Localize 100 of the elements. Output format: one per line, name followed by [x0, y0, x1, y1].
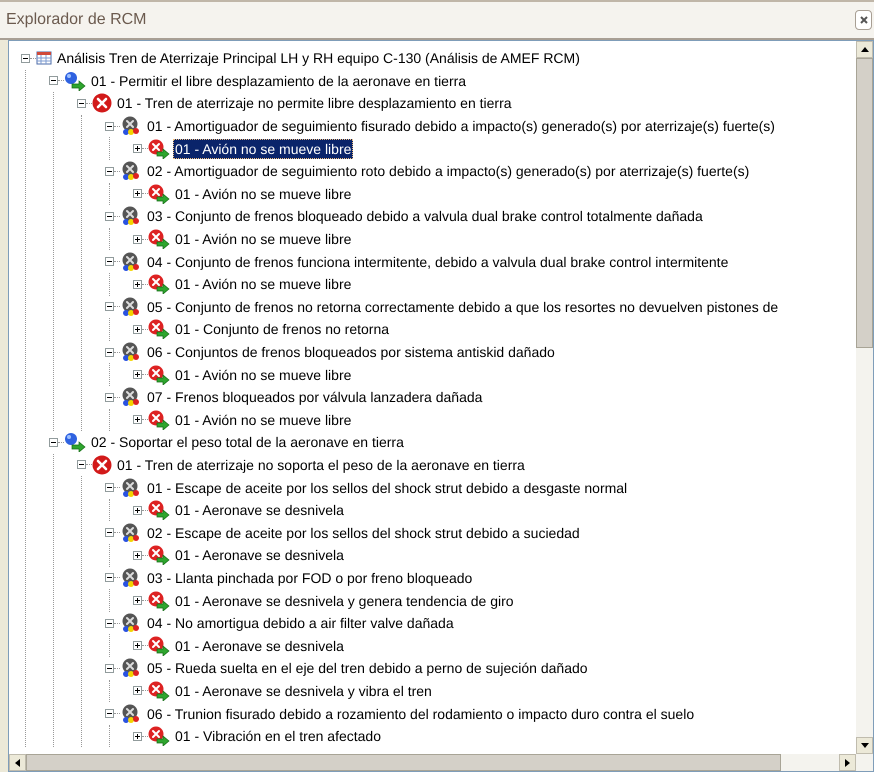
- error-arrow-icon: [148, 726, 170, 746]
- failure-mode-icon: [120, 387, 142, 408]
- expand-toggle[interactable]: [133, 144, 142, 154]
- plus-icon: [134, 371, 141, 378]
- ball-arrow-icon: [64, 70, 86, 91]
- tree-item[interactable]: Análisis Tren de Aterrizaje Principal LH y RH equipo C-130 (Análisis de AMEF RCM): [55, 48, 582, 68]
- expand-toggle[interactable]: [133, 550, 142, 560]
- tree-item[interactable]: 03 - Llanta pinchada por FOD o por freno bloqueado: [145, 568, 474, 588]
- vertical-scrollbar[interactable]: [856, 41, 873, 754]
- tree-item[interactable]: 02 - Soportar el peso total de la aeronave en tierra: [89, 432, 406, 452]
- failure-mode-icon: [120, 161, 142, 182]
- failure-mode-icon: [120, 522, 142, 543]
- error-arrow-icon: [148, 274, 170, 294]
- tree-item[interactable]: 01 - Tren de aterrizaje no permite libre desplazamiento en tierra: [115, 93, 514, 114]
- error-arrow-icon: [148, 590, 170, 611]
- tree-item[interactable]: 01 - Amortiguador de seguimiento fisurado debido a impacto(s) generado(s) por aterrizaje(s) fuerte(s): [145, 116, 777, 136]
- tree-item[interactable]: 01 - Escape de aceite por los sellos del shock strut debido a desgaste normal: [145, 478, 630, 498]
- collapse-toggle[interactable]: [105, 483, 114, 492]
- error-arrow-icon: [148, 680, 170, 701]
- expand-toggle[interactable]: [133, 596, 142, 606]
- tree-item[interactable]: 06 - Conjuntos de frenos bloqueados por sistema antiskid dañado: [145, 342, 557, 362]
- failure-mode-icon: [120, 296, 142, 317]
- expand-toggle[interactable]: [133, 234, 142, 244]
- collapse-toggle[interactable]: [105, 664, 114, 673]
- tree-item[interactable]: 01 - Avión no se mueve libre: [173, 184, 354, 204]
- tree-item[interactable]: 07 - Frenos bloqueados por válvula lanzadera dañada: [145, 387, 484, 408]
- tree-item[interactable]: 06 - Trunion fisurado debido a rozamiento del rodamiento o impacto duro contra el suelo: [145, 704, 696, 724]
- plus-icon: [134, 642, 141, 650]
- collapse-toggle[interactable]: [105, 348, 114, 357]
- tree-item[interactable]: 04 - No amortigua debido a air filter valve dañada: [145, 613, 456, 634]
- failure-mode-icon: [120, 252, 142, 272]
- tree-item[interactable]: 04 - Conjunto de frenos funciona intermitente, debido a valvula dual brake control intermitente: [145, 252, 730, 272]
- collapse-toggle[interactable]: [105, 122, 114, 131]
- collapse-toggle[interactable]: [105, 618, 114, 628]
- window-title: Explorador de RCM: [6, 10, 146, 30]
- collapse-toggle[interactable]: [77, 98, 86, 108]
- tree-item[interactable]: 01 - Aeronave se desnivela y genera tendencia de giro: [173, 590, 516, 611]
- tree-item[interactable]: 01 - Vibración en el tren afectado: [173, 726, 383, 746]
- expand-toggle[interactable]: [133, 370, 142, 380]
- failure-mode-icon: [120, 206, 142, 226]
- expand-toggle[interactable]: [133, 686, 142, 696]
- tree-item[interactable]: 05 - Rueda suelta en el eje del tren debido a perno de sujeción dañado: [145, 658, 590, 678]
- error-icon: [92, 93, 112, 114]
- failure-mode-icon: [120, 704, 142, 724]
- failure-mode-icon: [120, 478, 142, 498]
- collapse-toggle[interactable]: [105, 528, 114, 538]
- collapse-toggle[interactable]: [105, 392, 114, 402]
- expand-toggle[interactable]: [133, 732, 142, 741]
- plus-icon: [134, 416, 141, 424]
- plus-icon: [134, 236, 141, 243]
- tree-item[interactable]: 01 - Avión no se mueve libre: [173, 229, 354, 250]
- tree-item[interactable]: 01 - Aeronave se desnivela: [173, 636, 346, 656]
- collapse-toggle[interactable]: [105, 257, 114, 266]
- collapse-toggle[interactable]: [105, 302, 114, 312]
- failure-mode-icon: [120, 613, 142, 634]
- tree-item[interactable]: 05 - Conjunto de frenos no retorna correctamente debido a que los resortes no devuelven pistones de: [145, 296, 780, 317]
- expand-toggle[interactable]: [133, 415, 142, 424]
- expand-toggle[interactable]: [133, 324, 142, 334]
- table-icon: [36, 50, 52, 66]
- tree-item[interactable]: 01 - Avión no se mueve libre: [173, 410, 354, 430]
- plus-icon: [134, 280, 141, 288]
- collapse-toggle[interactable]: [105, 573, 114, 582]
- error-arrow-icon: [148, 545, 170, 566]
- tree-item[interactable]: 01 - Aeronave se desnivela y vibra el tren: [173, 680, 434, 701]
- failure-mode-icon: [120, 568, 142, 588]
- collapse-toggle[interactable]: [105, 166, 114, 176]
- tree-item[interactable]: 01 - Aeronave se desnivela: [173, 500, 346, 520]
- expand-toggle[interactable]: [133, 641, 142, 650]
- expand-toggle[interactable]: [133, 506, 142, 515]
- tree-item[interactable]: 02 - Amortiguador de seguimiento roto debido a impacto(s) generado(s) por aterrizaje(s) fuerte(s): [145, 161, 752, 182]
- plus-icon: [134, 326, 141, 333]
- error-arrow-icon: [148, 364, 170, 385]
- collapse-toggle[interactable]: [21, 54, 30, 63]
- tree-item[interactable]: 01 - Avión no se mueve libre: [173, 274, 354, 294]
- expand-toggle[interactable]: [133, 189, 142, 198]
- tree-item[interactable]: 01 - Tren de aterrizaje no soporta el peso de la aeronave en tierra: [115, 454, 527, 475]
- tree-item[interactable]: 01 - Avión no se mueve libre: [173, 364, 354, 385]
- horizontal-scrollbar[interactable]: [9, 754, 873, 771]
- error-icon: [92, 454, 112, 475]
- collapse-toggle[interactable]: [105, 709, 114, 718]
- failure-mode-icon: [120, 658, 142, 678]
- collapse-toggle[interactable]: [77, 460, 86, 470]
- collapse-toggle[interactable]: [49, 76, 58, 86]
- error-arrow-icon: [148, 500, 170, 520]
- tree-item[interactable]: 01 - Conjunto de frenos no retorna: [173, 319, 392, 340]
- plus-icon: [134, 687, 141, 694]
- tree-item[interactable]: 01 - Aeronave se desnivela: [173, 545, 346, 566]
- expand-toggle[interactable]: [133, 280, 142, 289]
- failure-mode-icon: [120, 342, 142, 362]
- tree-item[interactable]: 02 - Escape de aceite por los sellos del shock strut debido a suciedad: [145, 522, 582, 543]
- scroll-up-icon: [860, 47, 868, 52]
- tree-item[interactable]: 01 - Avión no se mueve libre: [173, 138, 354, 159]
- error-arrow-icon: [148, 410, 170, 430]
- close-button[interactable]: [855, 10, 872, 30]
- tree-item[interactable]: 03 - Conjunto de frenos bloqueado debido a valvula dual brake control totalmente dañada: [145, 206, 705, 226]
- collapse-toggle[interactable]: [105, 212, 114, 221]
- ball-arrow-icon: [64, 432, 86, 452]
- collapse-toggle[interactable]: [49, 438, 58, 447]
- tree-item[interactable]: 01 - Permitir el libre desplazamiento de la aeronave en tierra: [89, 70, 468, 91]
- plus-icon: [134, 190, 141, 198]
